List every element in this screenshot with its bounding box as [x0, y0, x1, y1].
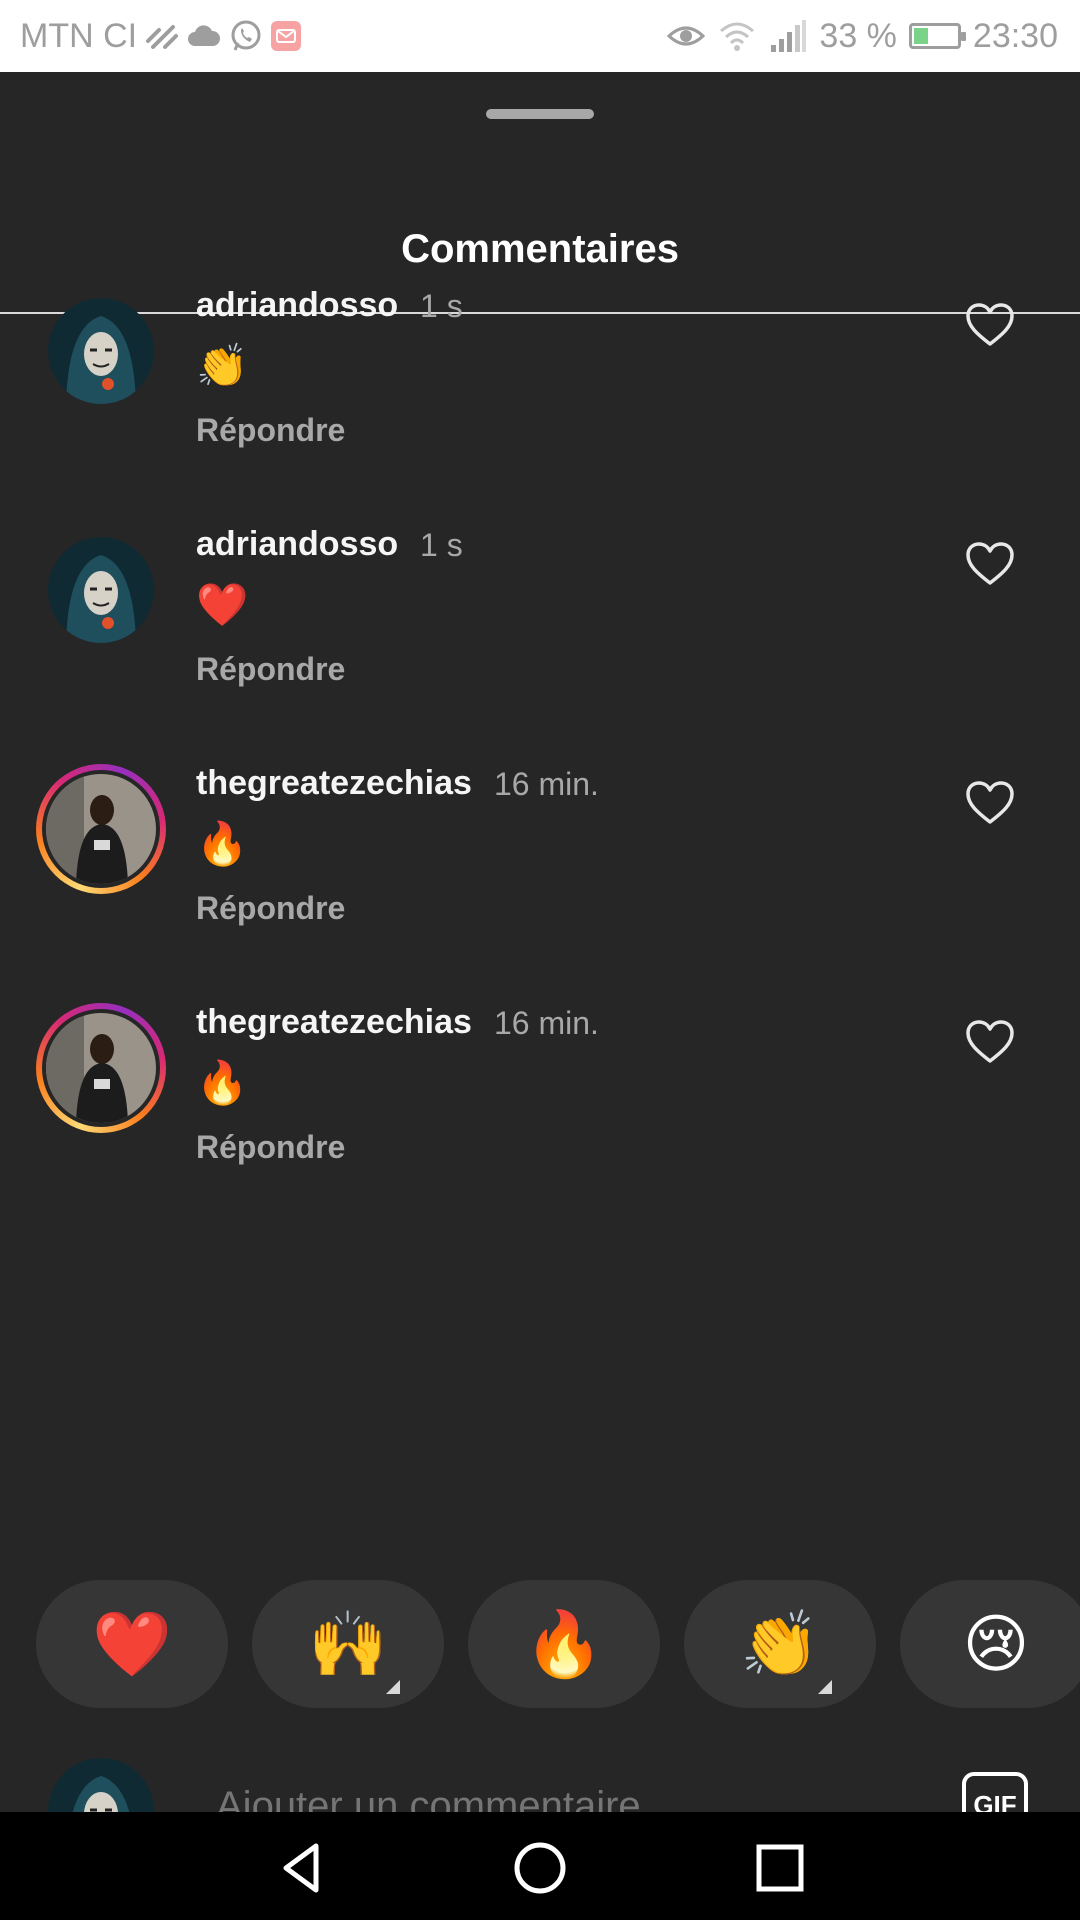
- reaction-button[interactable]: ❤️: [36, 1580, 228, 1708]
- comment-text: 🔥: [196, 1059, 249, 1106]
- whatsapp-icon: [229, 19, 263, 53]
- reaction-button[interactable]: 🔥: [468, 1580, 660, 1708]
- back-icon[interactable]: [272, 1838, 332, 1898]
- comment-item: thegreatezechias 16 min. 🔥 Répondre: [0, 760, 1080, 999]
- comment-timestamp: 16 min.: [494, 766, 599, 802]
- comment-username[interactable]: adriandosso: [196, 525, 398, 564]
- comment-text: 🔥: [196, 820, 249, 867]
- like-heart-icon[interactable]: [965, 1019, 1015, 1065]
- cloud-icon: [187, 24, 221, 48]
- comment-item: adriandosso 1 s 👏 Répondre: [0, 282, 1080, 521]
- like-heart-icon[interactable]: [965, 302, 1015, 348]
- status-bar: MTN CI 33 % 23:30: [0, 0, 1080, 72]
- navigation-bar: [0, 1812, 1080, 1920]
- battery-icon: [908, 23, 966, 49]
- comment-item: adriandosso 1 s ❤️ Répondre: [0, 521, 1080, 760]
- comment-username[interactable]: adriandosso: [196, 286, 398, 325]
- wifi-icon: [717, 19, 757, 53]
- signal-icon: [769, 19, 807, 53]
- comment-item: thegreatezechias 16 min. 🔥 Répondre: [0, 999, 1080, 1238]
- commenter-avatar[interactable]: [48, 537, 154, 643]
- battery-fill: [913, 28, 928, 44]
- story-ring[interactable]: [36, 1003, 166, 1133]
- reaction-button[interactable]: 😢: [900, 1580, 1080, 1708]
- comment-username[interactable]: thegreatezechias: [196, 764, 472, 803]
- reaction-button[interactable]: 👏: [684, 1580, 876, 1708]
- comment-text: ❤️: [196, 581, 249, 628]
- story-ring[interactable]: [36, 764, 166, 894]
- comment-username[interactable]: thegreatezechias: [196, 1003, 472, 1042]
- missed-call-icon: [145, 21, 179, 51]
- commenter-avatar: [46, 1013, 156, 1123]
- quick-reactions-bar: ❤️ 🙌 🔥 👏 😢: [0, 1580, 1080, 1708]
- home-icon[interactable]: [510, 1838, 570, 1898]
- drag-handle[interactable]: [486, 109, 594, 119]
- comment-timestamp: 1 s: [420, 288, 463, 324]
- comment-text: 👏: [196, 342, 249, 389]
- like-heart-icon[interactable]: [965, 780, 1015, 826]
- commenter-avatar[interactable]: [48, 298, 154, 404]
- reaction-button[interactable]: 🙌: [252, 1580, 444, 1708]
- reply-button[interactable]: Répondre: [196, 651, 345, 688]
- reaction-emoji: 😢: [962, 1607, 1030, 1680]
- skin-tone-indicator: [818, 1680, 832, 1694]
- skin-tone-indicator: [386, 1680, 400, 1694]
- reaction-emoji: 🙌: [308, 1607, 388, 1680]
- comments-sheet: Commentaires adriandosso 1 s 👏 Répondre adri…: [0, 72, 1080, 1864]
- mail-icon: [271, 21, 302, 51]
- comment-timestamp: 16 min.: [494, 1005, 599, 1041]
- battery-percent: 33 %: [819, 16, 897, 55]
- reaction-emoji: ❤️: [92, 1607, 172, 1680]
- commenter-avatar: [46, 774, 156, 884]
- like-heart-icon[interactable]: [965, 541, 1015, 587]
- carrier-label: MTN CI: [20, 16, 138, 55]
- reaction-emoji: 👏: [740, 1607, 820, 1680]
- reply-button[interactable]: Répondre: [196, 1129, 345, 1166]
- eye-icon: [667, 22, 706, 50]
- reaction-emoji: 🔥: [524, 1607, 604, 1680]
- reply-button[interactable]: Répondre: [196, 890, 345, 927]
- clock: 23:30: [972, 16, 1058, 55]
- recents-icon[interactable]: [750, 1838, 810, 1898]
- comment-timestamp: 1 s: [420, 527, 463, 563]
- reply-button[interactable]: Répondre: [196, 412, 345, 449]
- sheet-title: Commentaires: [401, 227, 679, 271]
